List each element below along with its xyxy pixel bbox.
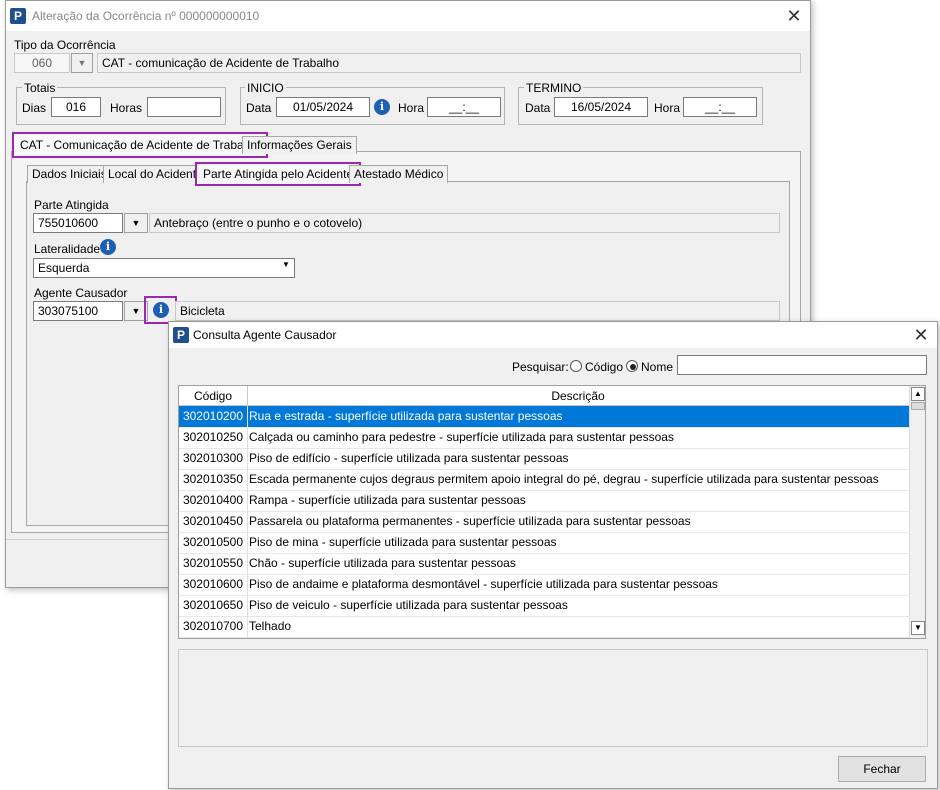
agente-causador-code[interactable]: 303075100 bbox=[33, 301, 123, 321]
dialog-title: Consulta Agente Causador bbox=[193, 328, 337, 342]
radio-codigo[interactable] bbox=[570, 360, 582, 372]
parte-atingida-code[interactable]: 755010600 bbox=[33, 213, 123, 233]
main-titlebar: P Alteração da Ocorrência nº 00000000001… bbox=[6, 1, 810, 31]
row-description: Telhado bbox=[249, 619, 292, 633]
row-description: Piso de andaime e plataforma desmontável… bbox=[249, 577, 718, 591]
lateralidade-select[interactable]: Esquerda bbox=[33, 258, 295, 278]
row-description: Calçada ou caminho para pedestre - super… bbox=[249, 430, 674, 444]
main-window-title: Alteração da Ocorrência nº 000000000010 bbox=[32, 9, 260, 23]
row-code: 302010200 bbox=[179, 406, 248, 427]
row-description: Piso de mina - superfície utilizada para… bbox=[249, 535, 557, 549]
dias-label: Dias bbox=[22, 101, 47, 115]
pesquisar-label: Pesquisar: bbox=[512, 360, 569, 374]
scroll-up-icon[interactable]: ▲ bbox=[911, 387, 925, 401]
row-description: Escada permanente cujos degraus permitem… bbox=[249, 472, 879, 486]
detail-panel bbox=[178, 649, 928, 747]
parte-dropdown-button[interactable]: ▼ bbox=[124, 213, 148, 233]
tab-dados-iniciais[interactable]: Dados Iniciais bbox=[27, 165, 112, 183]
tab-parte-atingida[interactable]: Parte Atingida pelo Acidente bbox=[195, 162, 362, 186]
row-code: 302010400 bbox=[179, 490, 248, 511]
row-code: 302010300 bbox=[179, 448, 248, 469]
tipo-ocorrencia-code[interactable]: 060 bbox=[14, 53, 70, 73]
consulta-dialog: P Consulta Agente Causador ✕ Pesquisar: … bbox=[168, 321, 938, 789]
inicio-hora-field[interactable]: __:__ bbox=[427, 97, 501, 117]
row-code: 302010450 bbox=[179, 511, 248, 532]
table-row[interactable]: 302010600 Piso de andaime e plataforma de… bbox=[179, 574, 909, 596]
row-description: Rua e estrada - superfície utilizada par… bbox=[249, 409, 563, 423]
horas-field[interactable] bbox=[147, 97, 221, 117]
inicio-hora-label: Hora bbox=[398, 101, 425, 115]
agente-info-button[interactable]: i bbox=[144, 296, 177, 324]
lateralidade-chevron-down-icon[interactable]: ▼ bbox=[282, 260, 290, 269]
col-descricao-header[interactable]: Descrição bbox=[249, 389, 907, 403]
dialog-titlebar: P Consulta Agente Causador ✕ bbox=[169, 322, 937, 348]
tab-atestado-medico[interactable]: Atestado Médico bbox=[349, 165, 449, 183]
col-divider bbox=[247, 386, 248, 406]
table-row[interactable]: 302010450 Passarela ou plataforma permane… bbox=[179, 511, 909, 533]
inicio-data-field[interactable]: 01/05/2024 bbox=[276, 97, 370, 117]
table-row[interactable]: 302010250 Calçada ou caminho para pedestr… bbox=[179, 427, 909, 449]
row-code: 302010700 bbox=[179, 616, 248, 637]
row-code: 302010550 bbox=[179, 553, 248, 574]
termino-data-label: Data bbox=[525, 101, 551, 115]
table-row[interactable]: 302010650 Piso de veiculo - superfície ut… bbox=[179, 595, 909, 617]
fechar-button[interactable]: Fechar bbox=[838, 756, 926, 782]
termino-data-field[interactable]: 16/05/2024 bbox=[554, 97, 648, 117]
row-code: 302010650 bbox=[179, 595, 248, 616]
agente-info-icon: i bbox=[153, 302, 169, 318]
inicio-data-label: Data bbox=[246, 101, 272, 115]
agente-causador-label: Agente Causador bbox=[34, 286, 128, 300]
tipo-ocorrencia-label: Tipo da Ocorrência bbox=[14, 38, 116, 52]
table-row[interactable]: 302010500 Piso de mina - superfície utili… bbox=[179, 532, 909, 554]
tab-cat[interactable]: CAT - Comunicação de Acidente de Trabalh… bbox=[12, 132, 268, 158]
row-description: Chão - superfície utilizada para sustent… bbox=[249, 556, 516, 570]
row-code: 302010350 bbox=[179, 469, 248, 490]
table-row[interactable]: 302010400 Rampa - superfície utilizada pa… bbox=[179, 490, 909, 512]
tab-informacoes-gerais[interactable]: Informações Gerais bbox=[242, 136, 357, 154]
row-description: Piso de veiculo - superfície utilizada p… bbox=[249, 598, 568, 612]
search-input[interactable] bbox=[677, 355, 927, 375]
totais-legend: Totais bbox=[22, 81, 58, 95]
app-logo-icon: P bbox=[10, 8, 26, 24]
lateralidade-label: Lateralidade bbox=[34, 242, 101, 256]
table-row[interactable]: 302010350 Escada permanente cujos degraus… bbox=[179, 469, 909, 491]
termino-hora-label: Hora bbox=[654, 101, 681, 115]
vertical-scrollbar[interactable]: ▲ ▼ bbox=[909, 386, 925, 638]
horas-label: Horas bbox=[110, 101, 143, 115]
row-description: Passarela ou plataforma permanentes - su… bbox=[249, 514, 691, 528]
info-icon[interactable]: i bbox=[374, 99, 390, 115]
dialog-logo-icon: P bbox=[173, 327, 189, 343]
parte-atingida-description: Antebraço (entre o punho e o cotovelo) bbox=[149, 213, 780, 233]
row-description: Rampa - superfície utilizada para susten… bbox=[249, 493, 526, 507]
termino-hora-field[interactable]: __:__ bbox=[683, 97, 757, 117]
parte-atingida-label: Parte Atingida bbox=[34, 198, 109, 212]
radio-nome-label[interactable]: Nome bbox=[641, 360, 673, 374]
termino-legend: TERMINO bbox=[524, 81, 584, 95]
row-code: 302010600 bbox=[179, 574, 248, 595]
grid-header: Código Descrição bbox=[179, 386, 909, 406]
tab-local-acidente[interactable]: Local do Acidente bbox=[103, 165, 208, 183]
tipo-dropdown-button[interactable]: ▼ bbox=[71, 53, 93, 73]
lateralidade-info-icon[interactable]: i bbox=[100, 239, 116, 255]
table-row[interactable]: 302010300 Piso de edifício - superfície u… bbox=[179, 448, 909, 470]
scroll-down-icon[interactable]: ▼ bbox=[911, 621, 925, 635]
row-code: 302010500 bbox=[179, 532, 248, 553]
agente-causador-description: Bicicleta bbox=[175, 301, 780, 321]
row-code: 302010250 bbox=[179, 427, 248, 448]
grid-body: 302010200 Rua e estrada - superfície util… bbox=[179, 406, 909, 638]
table-row[interactable]: 302010700 Telhado bbox=[179, 616, 909, 638]
col-codigo-header[interactable]: Código bbox=[179, 389, 247, 403]
inicio-legend: INICIO bbox=[245, 81, 286, 95]
tipo-ocorrencia-description: CAT - comunicação de Acidente de Trabalh… bbox=[97, 53, 801, 73]
radio-codigo-label[interactable]: Código bbox=[585, 360, 623, 374]
close-icon[interactable]: ✕ bbox=[784, 6, 804, 26]
row-description: Piso de edifício - superfície utilizada … bbox=[249, 451, 569, 465]
dias-field[interactable]: 016 bbox=[51, 97, 101, 117]
table-row[interactable]: 302010200 Rua e estrada - superfície util… bbox=[179, 406, 909, 428]
dialog-close-icon[interactable]: ✕ bbox=[911, 325, 931, 345]
scroll-thumb[interactable] bbox=[911, 402, 925, 410]
results-grid: Código Descrição 302010200 Rua e estrada … bbox=[178, 385, 926, 639]
radio-nome[interactable] bbox=[626, 360, 638, 372]
table-row[interactable]: 302010550 Chão - superfície utilizada par… bbox=[179, 553, 909, 575]
